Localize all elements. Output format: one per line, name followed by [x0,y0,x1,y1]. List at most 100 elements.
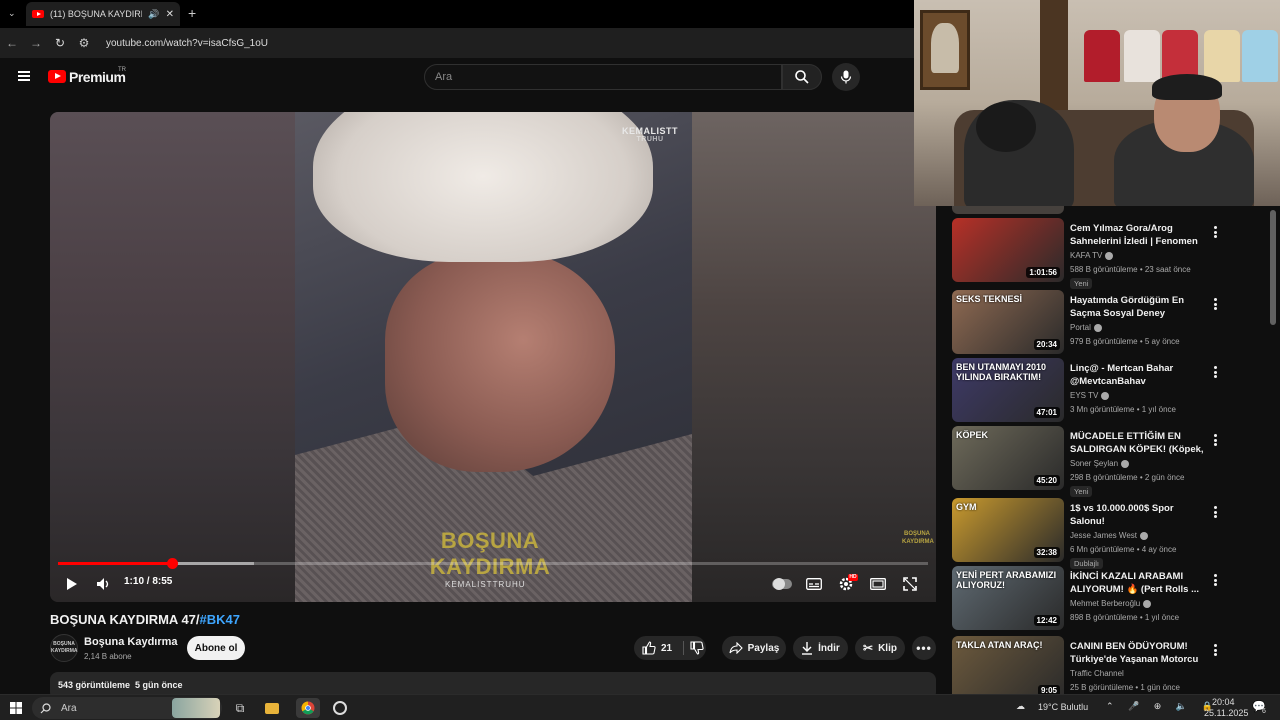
recommendation-item[interactable]: GYM 32:38 1$ vs 10.000.000$ Spor Salonu!… [946,498,1266,569]
search-highlight-image [172,698,220,718]
recommendation-item[interactable]: KÖPEK 45:20 MÜCADELE ETTİĞİM EN SALDIRGA… [946,426,1266,497]
sidebar-scrollbar[interactable] [1270,210,1276,325]
recommendation-title[interactable]: Hayatımda Gördüğüm En Saçma Sosyal Deney [1070,294,1206,320]
logo-text[interactable]: Premium [69,69,126,85]
speaker-icon[interactable]: 🔊 [148,9,159,20]
clock-time[interactable]: 20:04 [1212,697,1235,707]
theater-mode-button[interactable] [866,572,890,596]
recommendation-thumbnail[interactable]: BEN UTANMAYI 2010 YILINDA BIRAKTIM! 47:0… [952,358,1064,422]
share-button[interactable]: Paylaş [722,636,786,660]
verified-check-icon [1093,323,1102,332]
more-horizontal-icon: ••• [916,641,932,655]
play-button[interactable] [60,572,84,596]
obs-icon[interactable] [330,698,350,718]
door-frame [1040,0,1068,110]
subtitles-button[interactable] [802,572,826,596]
more-options-icon[interactable] [1208,642,1222,658]
recommendation-channel[interactable]: Jesse James West [1070,531,1148,540]
new-tab-icon[interactable]: + [188,5,196,21]
recommendation-thumbnail[interactable]: KÖPEK 45:20 [952,426,1064,490]
weather-text[interactable]: 19°C Bulutlu [1038,702,1088,712]
download-button[interactable]: İndir [793,636,848,660]
recommendation-item[interactable]: TAKLA ATAN ARAÇ! 9:05 CANINI BEN ÖDÜYORU… [946,636,1266,694]
autoplay-toggle[interactable] [770,572,794,596]
more-options-icon[interactable] [1208,432,1222,448]
more-options-icon[interactable] [1208,296,1222,312]
recommendation-item[interactable]: SEKS TEKNESİ 20:34 Hayatımda Gördüğüm En… [946,290,1266,356]
reload-icon[interactable]: ↻ [48,36,72,50]
recommendation-item[interactable]: 1:01:56 Cem Yılmaz Gora/Arog Sahnelerini… [946,218,1266,289]
more-actions-button[interactable]: ••• [912,636,936,660]
recommendation-channel[interactable]: EYS TV [1070,391,1110,400]
more-options-icon[interactable] [1208,224,1222,240]
jersey-blue [1242,30,1278,82]
subscribe-button[interactable]: Abone ol [187,636,245,660]
recommendation-title[interactable]: MÜCADELE ETTİĞİM EN SALDIRGAN KÖPEK! (Kö… [1070,430,1206,456]
youtube-header: Premium TR Ara [0,58,914,100]
recommendation-item[interactable]: BEN UTANMAYI 2010 YILINDA BIRAKTIM! 47:0… [946,358,1266,424]
site-info-icon[interactable]: ⚙ [72,36,96,50]
chrome-icon[interactable] [296,698,320,718]
recommendation-thumbnail[interactable]: SEKS TEKNESİ 20:34 [952,290,1064,354]
watermark-corner: BOŞUNA KAYDIRMA [902,531,934,545]
fullscreen-button[interactable] [898,572,922,596]
channel-name[interactable]: Boşuna Kaydırma [84,636,178,648]
progress-bar[interactable] [58,558,928,569]
like-button[interactable]: 21 [642,641,672,655]
progress-handle[interactable] [166,558,178,569]
recommendation-channel[interactable]: Traffic Channel [1070,669,1124,678]
recommendation-channel[interactable]: Mehmet Berberoğlu [1070,599,1152,608]
recommendation-title[interactable]: İKİNCİ KAZALI ARABAMI ALIYORUM! 🔥 (Pert … [1070,570,1206,596]
more-options-icon[interactable] [1208,504,1222,520]
file-explorer-icon[interactable] [262,698,282,718]
recommendation-channel[interactable]: Portal [1070,323,1102,332]
task-view-icon[interactable]: ⧉ [230,698,250,718]
channel-label: Portal [1070,323,1091,332]
video-duration: 1:01:56 [1026,267,1060,278]
recommendation-title[interactable]: 1$ vs 10.000.000$ Spor Salonu! [1070,502,1206,528]
recommendation-thumbnail[interactable]: GYM 32:38 [952,498,1064,562]
more-options-icon[interactable] [1208,572,1222,588]
address-bar: ← → ↻ ⚙ youtube.com/watch?v=isaCfsG_1oU [0,28,914,58]
previous-thumbnail-edge [952,206,1064,214]
back-icon[interactable]: ← [0,36,24,50]
start-button[interactable] [6,698,26,718]
verified-check-icon [1105,251,1114,260]
system-tray-icons[interactable]: ⌃ 🎤 ⊕ 🔈 🔒 [1106,701,1219,712]
recommendation-channel[interactable]: Soner Şeylan [1070,459,1130,468]
tab-close-icon[interactable]: ✕ [166,9,174,20]
recommendation-title[interactable]: Cem Yılmaz Gora/Arog Sahnelerini İzledi … [1070,222,1206,248]
more-options-icon[interactable] [1208,364,1222,380]
forward-icon[interactable]: → [24,36,48,50]
tab-list-chevron-icon[interactable]: ⌄ [8,8,16,19]
volume-button[interactable] [92,572,116,596]
hashtag-link[interactable]: #BK47 [200,612,240,627]
url-field[interactable]: youtube.com/watch?v=isaCfsG_1oU [106,38,268,49]
youtube-logo-icon[interactable] [48,70,66,83]
person-left-head [976,102,1036,152]
weather-icon[interactable]: ☁ [1016,701,1025,712]
recommendation-item[interactable]: YENİ PERT ARABAMIZI ALIYORUZ! 12:42 İKİN… [946,566,1266,632]
search-button[interactable] [782,64,822,90]
browser-tab[interactable]: (11) BOŞUNA KAYDIRMA 47 🔊 ✕ [26,2,180,26]
search-input[interactable]: Ara [424,64,782,90]
recommendation-thumbnail[interactable]: TAKLA ATAN ARAÇ! 9:05 [952,636,1064,694]
dislike-button[interactable] [690,641,704,658]
recommendation-channel[interactable]: KAFA TV [1070,251,1114,260]
autoplay-switch [772,578,792,590]
voice-search-button[interactable] [832,63,860,91]
thumbnail-text: YENİ PERT ARABAMIZI ALIYORUZ! [956,570,1057,590]
channel-avatar[interactable]: BOŞUNA KAYDIRMA [50,634,78,662]
clock-date[interactable]: 25.11.2025 [1204,708,1248,718]
menu-icon[interactable] [18,71,30,81]
settings-button[interactable]: HD [834,572,858,596]
subscriber-count: 2,14 B abone [84,652,132,661]
video-duration: 45:20 [1033,475,1060,486]
recommendation-thumbnail[interactable]: YENİ PERT ARABAMIZI ALIYORUZ! 12:42 [952,566,1064,630]
taskbar-search[interactable]: Ara [32,697,222,719]
video-player[interactable]: KEMALISTT TRUHU BOŞUNA KAYDIRMA BOŞUNA K… [50,112,936,602]
recommendation-thumbnail[interactable]: 1:01:56 [952,218,1064,282]
clip-button[interactable]: ✂ Klip [855,636,905,660]
recommendation-title[interactable]: Linç@ - Mertcan Bahar @MevtcanBahav [1070,362,1206,388]
recommendation-title[interactable]: CANINI BEN ÖDÜYORUM! Türkiye'de Yaşanan … [1070,640,1206,666]
